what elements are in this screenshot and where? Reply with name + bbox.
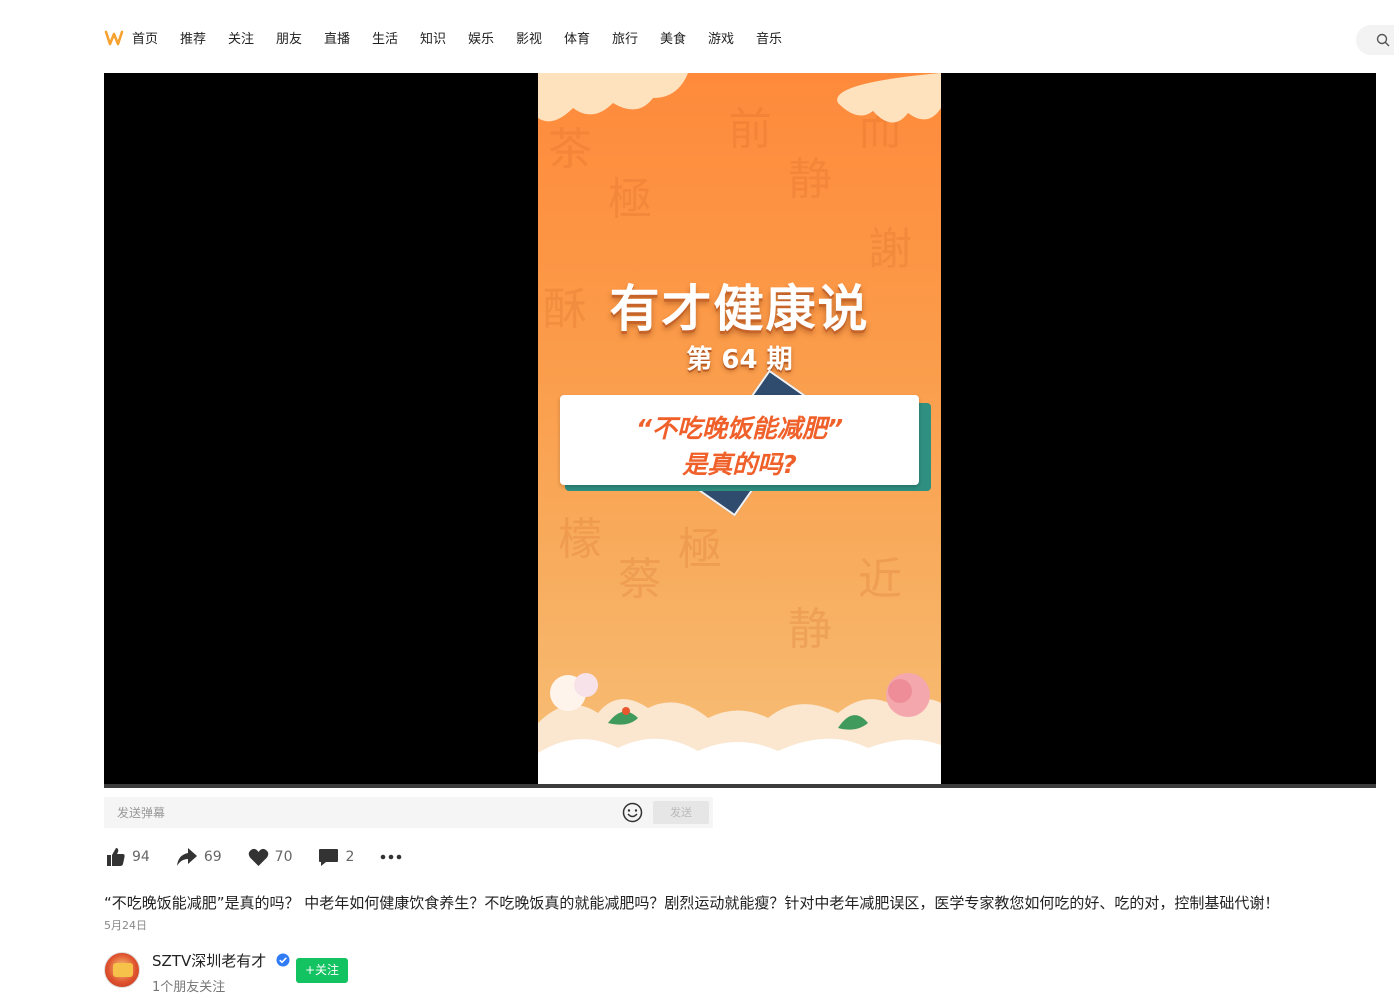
brand-logo-icon[interactable]: [104, 30, 124, 48]
search-input[interactable]: [1356, 25, 1394, 55]
emoji-icon[interactable]: [622, 802, 643, 823]
follow-button[interactable]: +关注: [296, 958, 348, 983]
verified-badge-icon: [276, 953, 290, 967]
top-bar: 首页 推荐 关注 朋友 直播 生活 知识 娱乐 影视 体育 旅行 美食 游戏 音…: [0, 0, 1394, 73]
nav-item-music[interactable]: 音乐: [756, 31, 804, 49]
nav-item-entertainment[interactable]: 娱乐: [468, 31, 516, 49]
video-progress-bar[interactable]: [104, 784, 1376, 788]
nav-item-knowledge[interactable]: 知识: [420, 31, 468, 49]
share-count: 69: [203, 849, 222, 865]
author-name[interactable]: SZTV深圳老有才: [152, 950, 266, 971]
nav-item-sports[interactable]: 体育: [564, 31, 612, 49]
more-button[interactable]: [380, 854, 402, 860]
danmaku-bar: 发送弹幕 发送: [104, 797, 713, 828]
nav-item-live[interactable]: 直播: [324, 31, 372, 49]
send-danmaku-button[interactable]: 发送: [653, 801, 709, 824]
thumbs-up-icon: [107, 848, 125, 866]
nav-item-friends[interactable]: 朋友: [276, 31, 324, 49]
nav-item-food[interactable]: 美食: [660, 31, 708, 49]
nav-item-film[interactable]: 影视: [516, 31, 564, 49]
cloud-decoration-top: [538, 73, 941, 123]
favorite-count: 70: [274, 849, 293, 865]
cloud-flower-decoration-bottom: [538, 673, 941, 788]
avatar[interactable]: [104, 952, 140, 988]
nav-item-following[interactable]: 关注: [228, 31, 276, 49]
post-date: 5月24日: [104, 919, 147, 932]
search-icon[interactable]: [1376, 33, 1390, 47]
more-dots-icon: [381, 854, 402, 860]
video-frame[interactable]: 茶 極 前 静 而 謝 酥 檬 蔡 極 静 近 有才健康说 第 64 期 “不吃…: [538, 73, 941, 788]
comment-button[interactable]: 2: [318, 848, 354, 867]
nav-item-home[interactable]: 首页: [132, 31, 180, 49]
nav-item-life[interactable]: 生活: [372, 31, 420, 49]
share-button[interactable]: 69: [176, 847, 222, 867]
nav-item-travel[interactable]: 旅行: [612, 31, 660, 49]
poster-title: 有才健康说: [609, 280, 870, 338]
like-button[interactable]: 94: [106, 847, 150, 867]
action-bar: 94 69 70 2: [106, 847, 428, 867]
like-count: 94: [132, 849, 150, 865]
author-friend-count: 1个朋友关注: [152, 980, 226, 995]
nav-item-games[interactable]: 游戏: [708, 31, 756, 49]
poster-issue: 第 64 期: [686, 345, 793, 375]
main-nav: 首页 推荐 关注 朋友 直播 生活 知识 娱乐 影视 体育 旅行 美食 游戏 音…: [132, 31, 804, 49]
poster-question-line2: 是真的吗?: [682, 450, 797, 479]
favorite-button[interactable]: 70: [248, 848, 293, 867]
poster-question-card: “不吃晚饭能减肥” 是真的吗?: [560, 395, 919, 485]
poster-question-line1: “不吃晚饭能减肥”: [635, 414, 844, 443]
video-player[interactable]: 茶 極 前 静 而 謝 酥 檬 蔡 極 静 近 有才健康说 第 64 期 “不吃…: [104, 73, 1376, 788]
comment-count: 2: [345, 849, 355, 865]
heart-icon: [248, 848, 268, 866]
nav-item-recommend[interactable]: 推荐: [180, 31, 228, 49]
danmaku-input[interactable]: 发送弹幕: [117, 804, 165, 821]
video-description: “不吃晚饭能减肥”是真的吗？ 中老年如何健康饮食养生？不吃晚饭真的就能减肥吗？剧…: [104, 894, 1280, 912]
share-icon: [176, 848, 197, 866]
comment-icon: [319, 848, 339, 866]
